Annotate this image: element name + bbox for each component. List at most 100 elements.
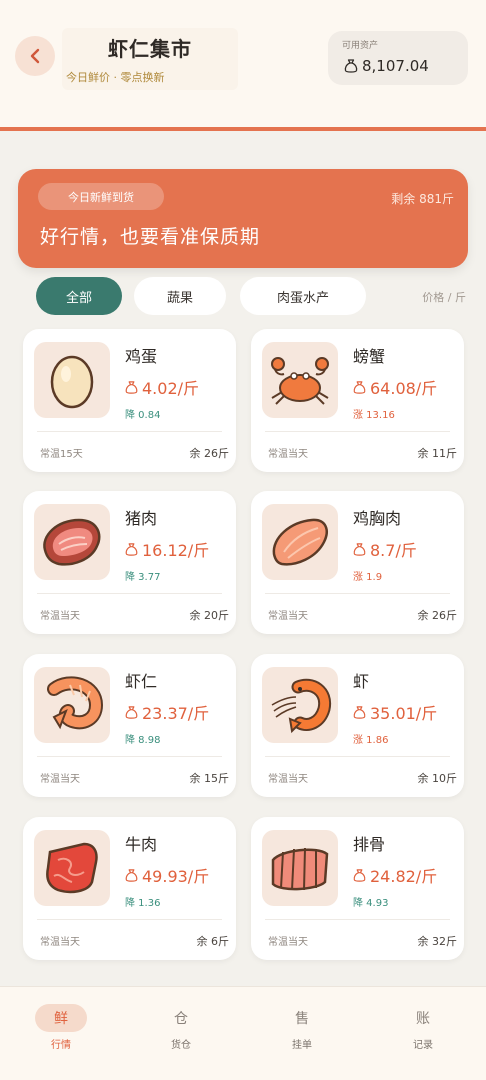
product-name: 牛肉 [125, 835, 158, 854]
asset-label: 可用资产 [342, 41, 379, 51]
money-bag-icon [125, 380, 138, 394]
product-card-crab[interactable]: 螃蟹 64.08/斤 涨 13.16 常温当天 余 11斤 [251, 329, 464, 472]
product-price-change: 降 1.36 [125, 898, 161, 909]
egg-icon [50, 355, 94, 409]
pork-icon [43, 518, 101, 566]
product-price: 35.01/斤 [370, 704, 438, 723]
nav-icon-listing: 售 [295, 1011, 309, 1027]
back-button[interactable] [15, 36, 55, 76]
product-storage: 常温当天 [268, 449, 308, 460]
card-divider [37, 593, 222, 594]
peeled-shrimp-icon [47, 676, 104, 730]
ribs-icon [271, 847, 329, 891]
product-price-change: 降 4.93 [353, 898, 389, 909]
product-thumb [262, 342, 338, 418]
product-price-row: 8.7/斤 [352, 537, 417, 561]
chevron-left-icon [30, 48, 40, 64]
nav-item-listing[interactable]: 售 挂单 [262, 1004, 342, 1051]
product-storage: 常温当天 [40, 611, 80, 622]
product-price: 24.82/斤 [370, 867, 438, 886]
product-thumb [262, 504, 338, 580]
product-stock: 余 6斤 [196, 935, 230, 948]
product-thumb [34, 342, 110, 418]
product-storage: 常温当天 [40, 937, 80, 948]
product-price-change: 降 3.77 [125, 572, 161, 583]
banner-remaining: 剩余 881斤 [391, 192, 454, 206]
money-bag-icon [353, 705, 366, 719]
product-stock: 余 26斤 [417, 609, 458, 622]
product-name: 虾仁 [125, 672, 158, 691]
money-bag-icon [125, 705, 138, 719]
filter-tab-vegetables[interactable]: 蔬果 [134, 277, 226, 315]
card-divider [265, 919, 450, 920]
product-storage: 常温当天 [268, 774, 308, 785]
product-thumb [262, 830, 338, 906]
chicken-breast-icon [272, 518, 328, 566]
unit-hint: 价格 / 斤 [422, 291, 466, 304]
shrimp-icon [271, 678, 332, 734]
product-storage: 常温当天 [40, 774, 80, 785]
product-name: 螃蟹 [353, 347, 386, 366]
product-stock: 余 11斤 [417, 447, 458, 460]
product-card-egg[interactable]: 鸡蛋 4.02/斤 降 0.84 常温15天 余 26斤 [23, 329, 236, 472]
product-price-change: 涨 1.86 [353, 735, 389, 746]
nav-item-market[interactable]: 鲜 行情 [21, 1004, 101, 1051]
product-price-change: 涨 1.9 [353, 572, 383, 583]
product-stock: 余 26斤 [189, 447, 230, 460]
card-divider [265, 593, 450, 594]
money-bag-icon [353, 868, 366, 882]
product-stock: 余 32斤 [417, 935, 458, 948]
card-divider [37, 919, 222, 920]
product-price-row: 16.12/斤 [124, 537, 209, 561]
product-card-beef[interactable]: 牛肉 49.93/斤 降 1.36 常温当天 余 6斤 [23, 817, 236, 960]
product-stock: 余 10斤 [417, 772, 458, 785]
product-price: 49.93/斤 [142, 867, 210, 886]
filter-tab-all[interactable]: 全部 [36, 277, 122, 315]
filter-tab-meat[interactable]: 肉蛋水产 [240, 277, 366, 315]
nav-label: 挂单 [292, 1040, 312, 1051]
product-thumb [262, 667, 338, 743]
money-bag-icon [353, 380, 366, 394]
product-thumb [34, 504, 110, 580]
nav-label: 行情 [51, 1040, 71, 1051]
product-storage: 常温当天 [268, 611, 308, 622]
nav-item-records[interactable]: 账 记录 [383, 1004, 463, 1051]
product-storage: 常温当天 [268, 937, 308, 948]
banner-badge: 今日新鲜到货 [38, 183, 164, 210]
product-name: 排骨 [353, 835, 386, 854]
nav-icon-market: 鲜 [35, 1004, 87, 1032]
product-price-row: 4.02/斤 [124, 375, 199, 399]
card-divider [265, 431, 450, 432]
product-card-peeled-shrimp[interactable]: 虾仁 23.37/斤 降 8.98 常温当天 余 15斤 [23, 654, 236, 797]
header-divider [0, 127, 486, 131]
product-price-change: 降 8.98 [125, 735, 161, 746]
money-bag-icon [344, 59, 358, 73]
product-card-chicken-breast[interactable]: 鸡胸肉 8.7/斤 涨 1.9 常温当天 余 26斤 [251, 491, 464, 634]
product-thumb [34, 830, 110, 906]
product-price: 23.37/斤 [142, 704, 210, 723]
product-price: 8.7/斤 [370, 541, 417, 560]
product-stock: 余 20斤 [189, 609, 230, 622]
product-name: 虾 [353, 672, 370, 691]
product-card-pork[interactable]: 猪肉 16.12/斤 降 3.77 常温当天 余 20斤 [23, 491, 236, 634]
product-price-row: 64.08/斤 [352, 375, 437, 399]
product-price-change: 降 0.84 [125, 410, 161, 421]
product-price: 16.12/斤 [142, 541, 210, 560]
product-stock: 余 15斤 [189, 772, 230, 785]
nav-icon-records: 账 [416, 1011, 430, 1027]
product-thumb [34, 667, 110, 743]
money-bag-icon [125, 868, 138, 882]
page-title: 虾仁集市 [108, 37, 192, 61]
money-bag-icon [125, 542, 138, 556]
page-subtitle: 今日鲜价 · 零点换新 [66, 71, 165, 84]
nav-item-warehouse[interactable]: 仓 货仓 [141, 1004, 221, 1051]
product-card-shrimp[interactable]: 虾 35.01/斤 涨 1.86 常温当天 余 10斤 [251, 654, 464, 797]
product-price-row: 23.37/斤 [124, 700, 209, 724]
product-price-row: 49.93/斤 [124, 863, 209, 887]
card-divider [37, 756, 222, 757]
money-bag-icon [353, 542, 366, 556]
product-card-ribs[interactable]: 排骨 24.82/斤 降 4.93 常温当天 余 32斤 [251, 817, 464, 960]
product-price-change: 涨 13.16 [353, 410, 395, 421]
nav-icon-warehouse: 仓 [174, 1011, 188, 1027]
asset-value: 8,107.04 [362, 57, 429, 75]
